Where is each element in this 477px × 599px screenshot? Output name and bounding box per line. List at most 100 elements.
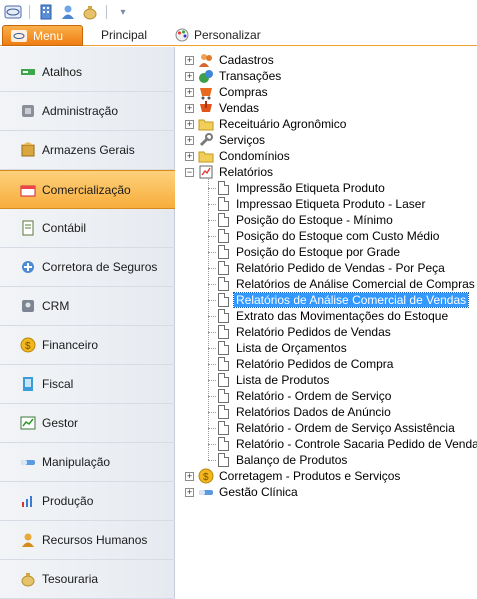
tab-principal[interactable]: Principal (101, 24, 147, 46)
expand-icon[interactable]: + (185, 135, 194, 145)
expand-icon[interactable]: + (185, 87, 194, 97)
document-icon (218, 229, 229, 243)
nav-item-label: Atalhos (42, 65, 83, 79)
tree-connector (208, 460, 216, 461)
document-icon (218, 405, 229, 419)
nav-item-produ-o[interactable]: Produção (0, 482, 175, 521)
customize-toolbar-icon[interactable]: ▾ (114, 3, 132, 21)
svg-text:$: $ (203, 472, 209, 483)
report-item[interactable]: Posição do Estoque por Grade (218, 244, 402, 260)
report-item[interactable]: Lista de Produtos (218, 372, 331, 388)
tree-node[interactable]: + Transações (185, 68, 283, 84)
nav-item-label: CRM (42, 299, 70, 313)
tree-node[interactable]: + Serviços (185, 132, 267, 148)
nav-item-armazens-gerais[interactable]: Armazens Gerais (0, 131, 175, 170)
document-icon (218, 261, 229, 275)
document-icon (218, 357, 229, 371)
nav-item-gestor[interactable]: Gestor (0, 404, 175, 443)
report-item[interactable]: Relatório Pedidos de Compra (218, 356, 395, 372)
accounting-icon (20, 220, 36, 236)
quick-access-toolbar: ▾ (0, 0, 477, 24)
tree-node[interactable]: + Condomínios (185, 148, 292, 164)
toolbar-separator (29, 5, 30, 19)
report-item-label: Relatórios Dados de Anúncio (236, 405, 391, 419)
svg-text:$: $ (25, 341, 31, 352)
nav-item-corretora-de-seguros[interactable]: Corretora de Seguros (0, 248, 175, 287)
tree-node[interactable]: + Receituário Agronômico (185, 116, 348, 132)
nav-item-financeiro[interactable]: $ Financeiro (0, 326, 175, 365)
nav-item-atalhos[interactable]: Atalhos (0, 53, 175, 92)
money-bag-icon[interactable] (81, 3, 99, 21)
report-item[interactable]: Extrato das Movimentações do Estoque (218, 308, 450, 324)
expand-icon[interactable]: + (185, 55, 194, 65)
nav-item-manipula-o[interactable]: Manipulação (0, 443, 175, 482)
tree-connector (208, 412, 216, 413)
nav-item-label: Administração (42, 104, 119, 118)
report-item[interactable]: Relatório Pedidos de Vendas (218, 324, 393, 340)
menu-tab[interactable]: Menu (2, 25, 83, 46)
tree-node-label: Condomínios (219, 149, 290, 163)
tree-node[interactable]: + Gestão Clínica (185, 484, 300, 500)
expand-icon[interactable]: + (185, 119, 194, 129)
nav-item-administra-o[interactable]: Administração (0, 92, 175, 131)
document-icon (218, 293, 229, 307)
report-item[interactable]: Relatório - Ordem de Serviço Assistência (218, 420, 457, 436)
tree-node[interactable]: + Cadastros (185, 52, 276, 68)
report-item[interactable]: Lista de Orçamentos (218, 340, 349, 356)
report-item-label: Lista de Orçamentos (236, 341, 347, 355)
expand-icon[interactable]: + (185, 71, 194, 81)
report-item[interactable]: Impressao Etiqueta Produto - Laser (218, 196, 427, 212)
tree-connector (208, 332, 216, 333)
tree-node[interactable]: + $ Corretagem - Produtos e Serviços (185, 468, 402, 484)
tree-node[interactable]: + Compras (185, 84, 270, 100)
app-logo-icon[interactable] (4, 3, 22, 21)
tree-node-label: Transações (219, 69, 282, 83)
document-icon (218, 245, 229, 259)
report-item[interactable]: Posição do Estoque - Mínimo (218, 212, 395, 228)
nav-item-cont-bil[interactable]: Contábil (0, 209, 175, 248)
building-icon[interactable] (37, 3, 55, 21)
expand-icon[interactable]: + (185, 487, 194, 497)
collapse-icon[interactable]: − (185, 167, 194, 177)
report-item[interactable]: Impressão Etiqueta Produto (218, 180, 387, 196)
production-icon (20, 493, 36, 509)
tab-personalizar[interactable]: Personalizar (175, 24, 261, 46)
tree-node-label: Compras (219, 85, 268, 99)
report-tree: + Cadastros + Transações + Compras + Vendas + Rec… (176, 47, 477, 599)
document-icon (218, 341, 229, 355)
commerce-icon (20, 182, 36, 198)
report-icon (198, 164, 214, 180)
report-item[interactable]: Posição do Estoque com Custo Médio (218, 228, 441, 244)
nav-item-label: Comercialização (42, 182, 131, 197)
expand-icon[interactable]: + (185, 151, 194, 161)
report-item[interactable]: Balanço de Produtos (218, 452, 349, 468)
tab-label: Personalizar (194, 28, 261, 42)
nav-item-comercializa-o[interactable]: Comercialização (0, 170, 175, 209)
report-item[interactable]: Relatório - Controle Sacaria Pedido de V… (218, 436, 477, 452)
ribbon-tabs: Menu Principal Personalizar (0, 24, 477, 46)
nav-item-crm[interactable]: CRM (0, 287, 175, 326)
nav-item-recursos-humanos[interactable]: Recursos Humanos (0, 521, 175, 560)
report-item[interactable]: Relatório Pedido de Vendas - Por Peça (218, 260, 447, 276)
report-item[interactable]: Relatórios de Análise Comercial de Venda… (218, 292, 470, 308)
hr-icon (20, 532, 36, 548)
tab-label: Principal (101, 28, 148, 42)
report-item[interactable]: Relatório - Ordem de Serviço (218, 388, 393, 404)
user-icon[interactable] (59, 3, 77, 21)
report-item[interactable]: Relatórios Dados de Anúncio (218, 404, 393, 420)
tree-node[interactable]: + Vendas (185, 100, 261, 116)
nav-item-fiscal[interactable]: Fiscal (0, 365, 175, 404)
report-item-label: Lista de Produtos (236, 373, 330, 387)
report-item-label: Extrato das Movimentações do Estoque (236, 309, 449, 323)
expand-icon[interactable]: + (185, 471, 194, 481)
expand-icon[interactable]: + (185, 103, 194, 113)
tree-node-label: Receituário Agronômico (219, 117, 347, 131)
sales-icon (198, 100, 214, 116)
nav-item-tesouraria[interactable]: Tesouraria (0, 560, 175, 599)
nav-item-label: Recursos Humanos (42, 533, 148, 547)
palette-icon (175, 28, 189, 42)
selected-report-label: Relatórios de Análise Comercial de Venda… (232, 292, 470, 308)
tree-node[interactable]: − Relatórios (185, 164, 275, 180)
report-item-label: Posição do Estoque com Custo Médio (236, 229, 440, 243)
report-item[interactable]: Relatórios de Análise Comercial de Compr… (218, 276, 477, 292)
